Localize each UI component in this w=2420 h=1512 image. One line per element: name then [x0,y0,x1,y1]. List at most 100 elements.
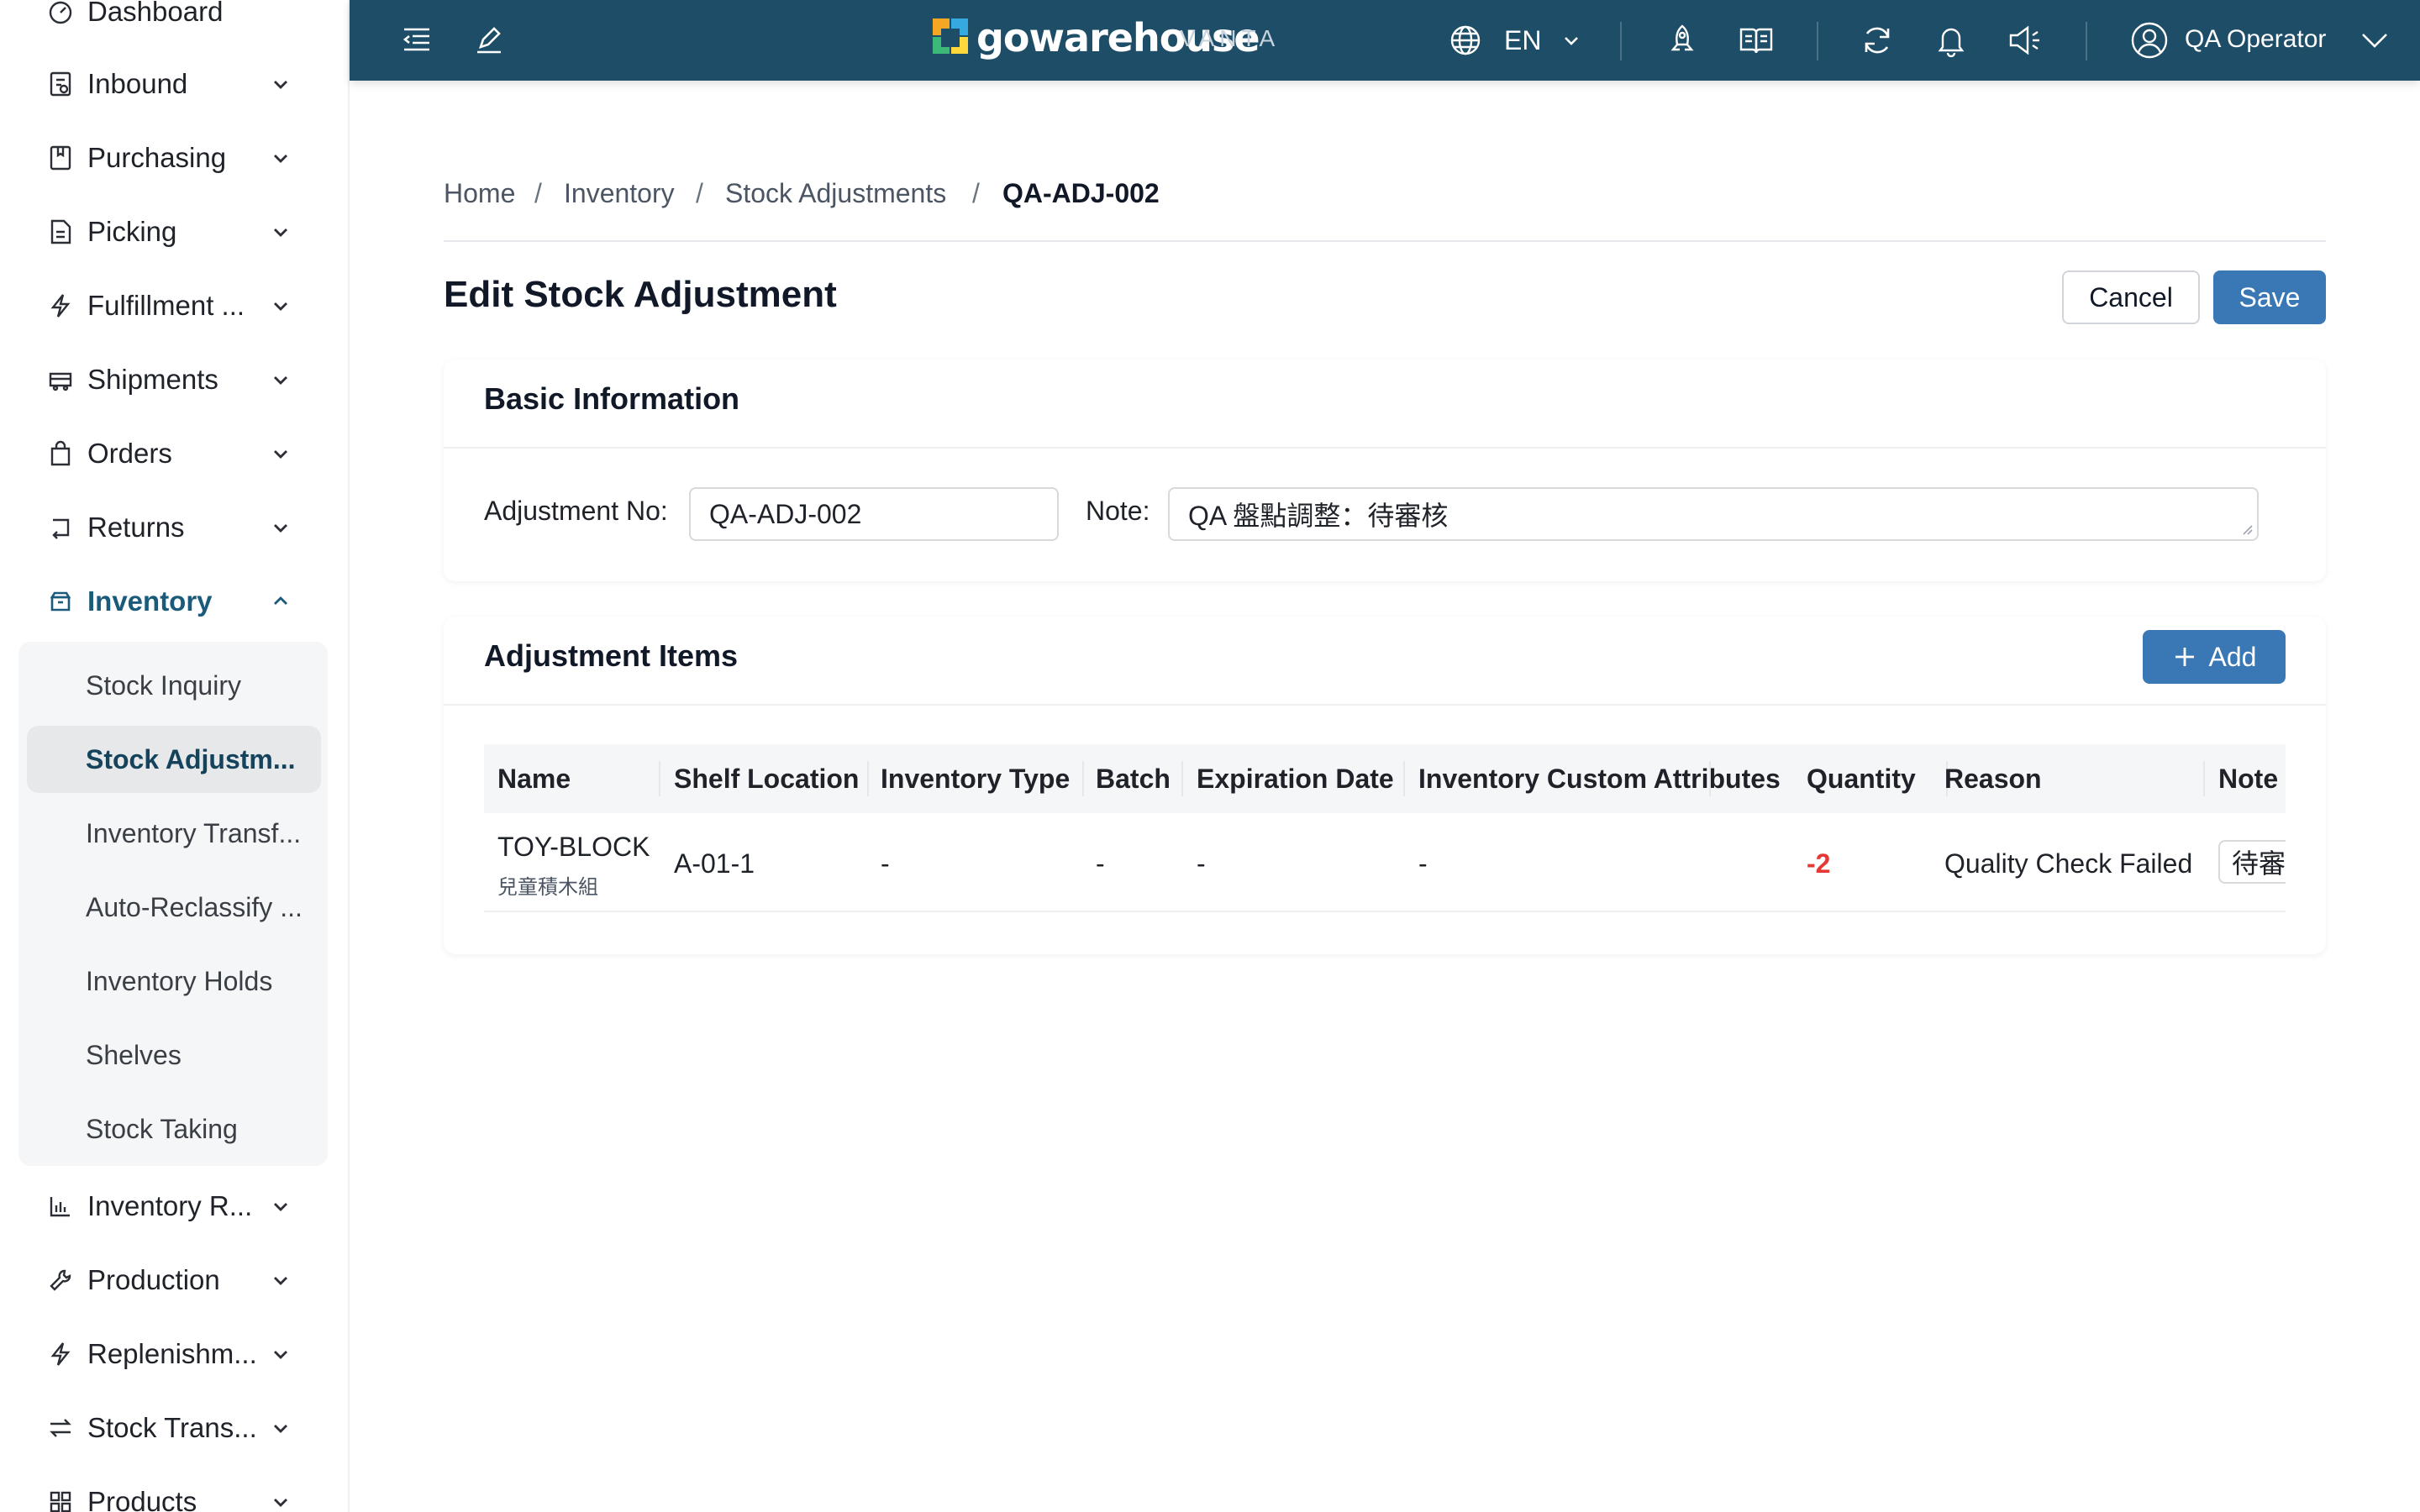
column-header-name: Name [497,763,571,794]
column-divider [867,761,869,796]
sidebar-subitem-inventory-holds[interactable]: Inventory Holds [27,948,321,1015]
sidebar-item-returns[interactable]: Returns [0,491,348,564]
adjustment-no-field[interactable]: QA-ADJ-002 [689,487,1059,541]
chevron-down-icon [267,1415,294,1441]
rocket-icon[interactable] [1662,20,1702,60]
sidebar-item-label: Inventory [87,585,213,617]
logo-subtitle: VANTA [1180,25,1281,51]
breadcrumb-separator: / [972,178,980,208]
sidebar-item-shipments[interactable]: Shipments [0,343,348,417]
stock-transfer-icon [45,1413,76,1443]
dashboard-icon [45,0,76,27]
sidebar: Dashboard Inbound Purchasing Picking Ful… [0,0,350,1512]
sidebar-subitem-inventory-transfer[interactable]: Inventory Transf... [27,800,321,867]
sidebar-item-label: Replenishm... [87,1338,257,1369]
sidebar-subitem-shelves[interactable]: Shelves [27,1021,321,1089]
orders-icon [45,438,76,469]
chevron-down-icon [267,144,294,171]
row-note-field[interactable]: 待審 [2218,840,2286,884]
speaker-icon[interactable] [2005,20,2045,60]
menu-fold-icon[interactable] [397,20,437,60]
basic-info-card: Basic Information Adjustment No: QA-ADJ-… [444,360,2326,581]
add-item-label: Add [2208,641,2257,672]
chevron-down-icon[interactable] [2354,20,2395,60]
sidebar-item-dashboard[interactable]: Dashboard [0,0,348,49]
sidebar-item-production[interactable]: Production [0,1243,348,1317]
topbar-divider [1817,22,1818,60]
sidebar-item-inbound[interactable]: Inbound [0,47,348,121]
sidebar-item-label: Stock Trans... [87,1412,257,1443]
sidebar-item-orders[interactable]: Orders [0,417,348,491]
inbound-icon [45,69,76,99]
breadcrumb-current: QA-ADJ-002 [1002,178,1160,208]
chevron-down-icon [267,514,294,541]
user-avatar-icon[interactable] [2129,20,2170,60]
sidebar-item-products[interactable]: Products [0,1465,348,1512]
column-header-inventory-type: Inventory Type [881,763,1071,794]
column-divider [1181,761,1183,796]
column-divider [2203,761,2205,796]
save-button[interactable]: Save [2213,270,2326,324]
sidebar-item-fulfillment[interactable]: Fulfillment ... [0,269,348,343]
sidebar-subitem-stock-adjustments[interactable]: Stock Adjustm... [27,726,321,793]
sidebar-item-purchasing[interactable]: Purchasing [0,121,348,195]
row-inventory-type: - [881,848,890,879]
resize-handle-icon[interactable] [2240,522,2254,536]
breadcrumb-stock-adjustments[interactable]: Stock Adjustments [725,178,946,209]
globe-icon[interactable] [1445,20,1486,60]
breadcrumb-separator: / [534,178,542,208]
column-divider [1709,761,1711,796]
column-header-expiration-date: Expiration Date [1197,763,1394,794]
column-header-quantity: Quantity [1807,763,1916,794]
refresh-icon[interactable] [1857,20,1897,60]
language-selector[interactable]: EN [1504,25,1541,56]
page-title: Edit Stock Adjustment [444,274,837,315]
add-item-button[interactable]: Add [2143,630,2286,684]
sidebar-item-label: Production [87,1264,220,1295]
chevron-down-icon [267,440,294,467]
column-header-reason: Reason [1944,763,2042,794]
chevron-down-icon[interactable] [1551,20,1591,60]
sidebar-item-label: Orders [87,438,172,469]
purchasing-icon [45,143,76,173]
sidebar-item-inventory[interactable]: Inventory [0,564,348,638]
fulfillment-icon [45,291,76,321]
sidebar-item-label: Shipments [87,364,218,395]
row-batch: - [1096,848,1105,879]
card-divider [444,447,2326,449]
breadcrumb-home[interactable]: Home [444,178,515,209]
chevron-down-icon [267,1193,294,1220]
adjustment-items-card: Adjustment Items Add Name Shelf Location… [444,617,2326,954]
chevron-down-icon [267,1341,294,1368]
sidebar-item-label: Dashboard [87,0,224,27]
row-name-subtitle: 兒童積木組 [497,876,598,899]
sidebar-item-label: Fulfillment ... [87,290,245,321]
adjustment-items-title: Adjustment Items [484,638,739,673]
picking-icon [45,217,76,247]
book-icon[interactable] [1736,20,1776,60]
adjustment-no-label: Adjustment No: [484,496,668,526]
sidebar-subitem-stock-inquiry[interactable]: Stock Inquiry [27,652,321,719]
user-name[interactable]: QA Operator [2185,25,2326,54]
edit-icon[interactable] [469,20,509,60]
top-bar: gowarehouse VANTA EN QA Operator [350,0,2420,81]
replenishment-icon [45,1339,76,1369]
bell-icon[interactable] [1931,20,1971,60]
sidebar-item-stock-transfer[interactable]: Stock Trans... [0,1391,348,1465]
note-value: QA 盤點調整：待審核 [1188,501,1449,531]
sidebar-subitem-auto-reclassify[interactable]: Auto-Reclassify ... [27,874,321,941]
breadcrumb-inventory[interactable]: Inventory [564,178,675,209]
card-divider [444,704,2326,706]
chevron-up-icon [267,588,294,615]
column-divider [1082,761,1084,796]
sidebar-item-inventory-reports[interactable]: Inventory R... [0,1169,348,1243]
sidebar-item-label: Purchasing [87,142,227,173]
sidebar-item-picking[interactable]: Picking [0,195,348,269]
sidebar-item-label: Returns [87,512,185,543]
shipments-icon [45,365,76,395]
note-textarea[interactable]: QA 盤點調整：待審核 [1168,487,2259,541]
table-row[interactable]: TOY-BLOCK 兒童積木組 A-01-1 - - - - -2 Qualit… [484,813,2286,912]
cancel-button[interactable]: Cancel [2062,270,2200,324]
sidebar-item-replenishment[interactable]: Replenishm... [0,1317,348,1391]
sidebar-subitem-stock-taking[interactable]: Stock Taking [27,1095,321,1163]
